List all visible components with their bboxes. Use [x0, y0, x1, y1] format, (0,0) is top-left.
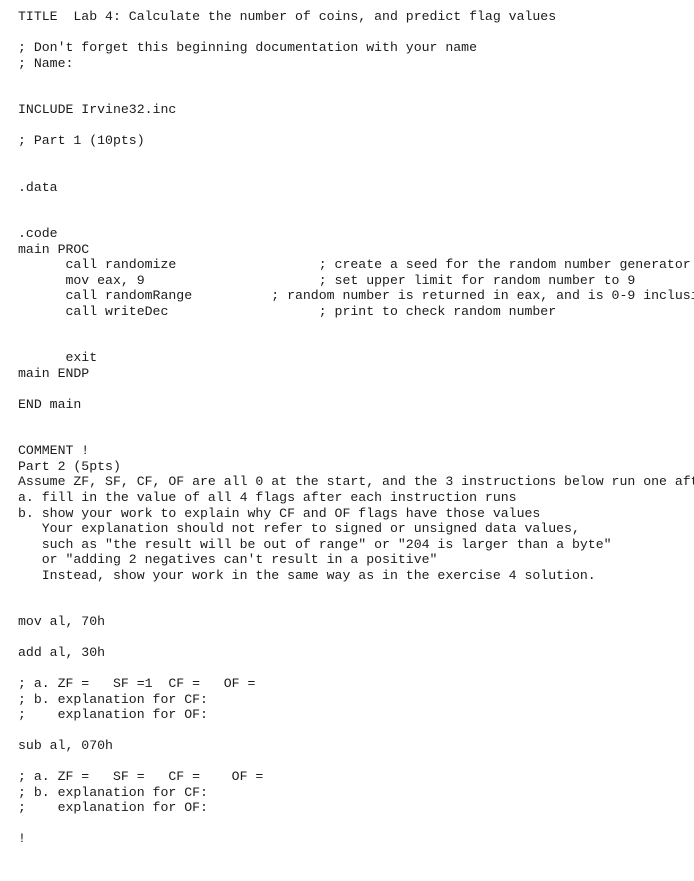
code-line: ; Don't forget this beginning documentat…: [18, 40, 477, 56]
code-line: or "adding 2 negatives can't result in a…: [18, 552, 438, 568]
code-line: mov al, 70h: [18, 614, 106, 630]
code-line: b. show your work to explain why CF and …: [18, 505, 541, 521]
code-line: Your explanation should not refer to sig…: [18, 521, 580, 537]
code-line: INCLUDE Irvine32.inc: [18, 102, 177, 118]
code-line: END main: [18, 396, 82, 412]
code-line: ; a. ZF = SF =1 CF = OF =: [18, 676, 256, 692]
code-line: ; a. ZF = SF = CF = OF =: [18, 769, 264, 785]
code-line: call writeDec ; print to check random nu…: [18, 303, 557, 319]
code-line: .code: [18, 226, 58, 242]
code-line: Instead, show your work in the same way …: [18, 567, 596, 583]
code-line: such as "the result will be out of range…: [18, 536, 612, 552]
code-line: Assume ZF, SF, CF, OF are all 0 at the s…: [18, 474, 694, 490]
code-line: COMMENT !: [18, 443, 90, 459]
code-line: ; explanation for OF:: [18, 800, 208, 816]
code-line: sub al, 070h: [18, 738, 113, 754]
code-line: !: [18, 831, 26, 847]
code-line: main PROC: [18, 241, 90, 257]
code-line: ; b. explanation for CF:: [18, 691, 208, 707]
code-line: .data: [18, 179, 58, 195]
code-line: call randomize ; create a seed for the r…: [18, 257, 691, 273]
code-line: a. fill in the value of all 4 flags afte…: [18, 489, 517, 505]
code-line: Part 2 (5pts): [18, 458, 121, 474]
code-line: ; Part 1 (10pts): [18, 133, 145, 149]
code-line: add al, 30h: [18, 645, 106, 661]
code-line: ; explanation for OF:: [18, 707, 208, 723]
code-line: TITLE Lab 4: Calculate the number of coi…: [18, 9, 557, 24]
code-line: call randomRange ; random number is retu…: [18, 288, 694, 304]
code-line: main ENDP: [18, 365, 90, 381]
code-line: exit: [18, 350, 98, 366]
code-listing[interactable]: TITLE Lab 4: Calculate the number of coi…: [0, 0, 694, 881]
code-line: ; Name:: [18, 55, 74, 71]
code-line: ; b. explanation for CF:: [18, 784, 208, 800]
code-line: mov eax, 9 ; set upper limit for random …: [18, 272, 636, 288]
